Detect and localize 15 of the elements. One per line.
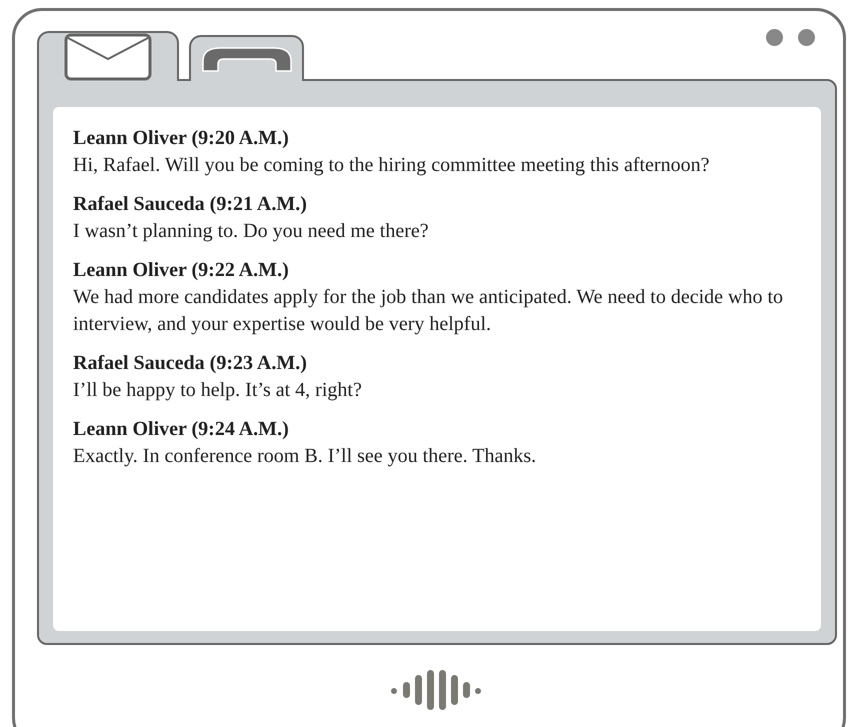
message-sender: Rafael Sauceda (9:23 A.M.)	[73, 351, 308, 376]
message-sender: Leann Oliver (9:24 A.M.)	[73, 417, 290, 442]
window-dot[interactable]	[766, 29, 783, 46]
message-text: I’ll be happy to help. It’s at 4, right?	[73, 378, 363, 403]
message-text: We had more candidates apply for the job than we anticipated. We need to decide who to interview, and your expertise would be very helpful.	[73, 285, 784, 337]
message-sender: Rafael Sauceda (9:21 A.M.)	[73, 192, 308, 217]
message-text: I wasn’t planning to. Do you need me there?	[73, 219, 430, 244]
message-sender: Leann Oliver (9:22 A.M.)	[73, 258, 290, 283]
phone-tab[interactable]	[189, 35, 304, 81]
message-text: Hi, Rafael. Will you be coming to the hiring committee meeting this afternoon?	[73, 153, 710, 178]
mail-tab[interactable]	[37, 31, 179, 81]
phone-handset-icon	[200, 45, 294, 73]
message-text: Exactly. In conference room B. I’ll see you there. Thanks.	[73, 444, 538, 469]
message-sender: Leann Oliver (9:20 A.M.)	[73, 126, 290, 151]
window-dot[interactable]	[798, 29, 815, 46]
